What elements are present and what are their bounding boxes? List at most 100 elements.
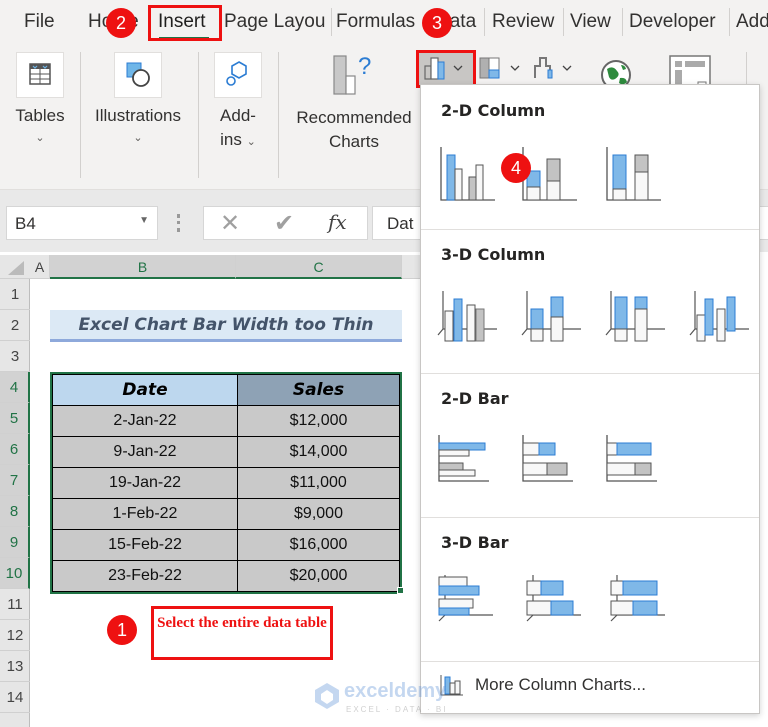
tab-developer[interactable]: Developer xyxy=(629,11,716,33)
tab-review[interactable]: Review xyxy=(492,11,554,33)
section-heading-3d-column: 3-D Column xyxy=(441,245,546,264)
shapes-icon xyxy=(114,52,162,98)
row-header[interactable]: 7 xyxy=(0,465,30,496)
sheet-title-cell[interactable]: Excel Chart Bar Width too Thin xyxy=(50,310,402,342)
table-icon xyxy=(16,52,64,98)
table-header-row: Date Sales xyxy=(52,374,400,406)
3d-column-option[interactable] xyxy=(687,281,751,345)
column-header-a[interactable]: A xyxy=(30,255,50,279)
instruction-note: Select the entire data table xyxy=(151,606,333,660)
tab-separator xyxy=(729,8,730,36)
date-cell[interactable]: 1-Feb-22 xyxy=(52,498,238,530)
date-cell[interactable]: 23-Feb-22 xyxy=(52,560,238,592)
tab-formulas[interactable]: Formulas xyxy=(336,11,415,33)
row-header[interactable]: 14 xyxy=(0,682,30,713)
watermark-brand: exceldemy xyxy=(344,680,447,702)
row-header[interactable]: 8 xyxy=(0,496,30,527)
cancel-icon[interactable]: ✕ xyxy=(220,209,240,238)
row-header[interactable]: 10 xyxy=(0,558,30,589)
row-header[interactable]: 11 xyxy=(0,589,30,620)
chevron-down-icon: ⌄ xyxy=(246,136,256,148)
section-divider xyxy=(421,373,759,374)
tab-separator xyxy=(622,8,623,36)
table-row: 1-Feb-22 $9,000 xyxy=(52,498,400,530)
section-heading-3d-bar: 3-D Bar xyxy=(441,533,509,552)
table-row: 23-Feb-22 $20,000 xyxy=(52,560,400,592)
header-date[interactable]: Date xyxy=(52,374,238,406)
addins-label-line2: ins ⌄ xyxy=(208,128,268,154)
column-header-c[interactable]: C xyxy=(236,255,402,279)
step-badge-2: 2 xyxy=(106,8,136,38)
table-row: 2-Jan-22 $12,000 xyxy=(52,405,400,437)
waterfall-chart-icon xyxy=(534,57,572,79)
section-heading-2d-column: 2-D Column xyxy=(441,101,546,120)
header-sales[interactable]: Sales xyxy=(237,374,400,406)
sales-cell[interactable]: $16,000 xyxy=(237,529,400,561)
group-separator xyxy=(278,52,279,178)
row-header[interactable]: 6 xyxy=(0,434,30,465)
sales-cell[interactable]: $14,000 xyxy=(237,436,400,468)
step-badge-3: 3 xyxy=(422,8,452,38)
row-header[interactable]: 4 xyxy=(0,372,30,403)
exceldemy-logo-icon xyxy=(315,683,339,709)
row-header[interactable]: 12 xyxy=(0,620,30,651)
column-header-b[interactable]: B xyxy=(50,255,236,279)
more-column-charts-link[interactable]: More Column Charts... xyxy=(437,671,757,701)
enter-check-icon[interactable]: ✔ xyxy=(274,209,294,238)
row-header[interactable]: 2 xyxy=(0,310,30,341)
date-cell[interactable]: 2-Jan-22 xyxy=(52,405,238,437)
tab-view[interactable]: View xyxy=(570,11,611,33)
group-separator xyxy=(198,52,199,178)
sales-cell[interactable]: $12,000 xyxy=(237,405,400,437)
row-headers: 1 2 3 4 5 6 7 8 9 10 11 12 13 14 xyxy=(0,279,30,727)
tab-addins[interactable]: Add xyxy=(736,11,768,33)
addins-label-text: ins xyxy=(220,130,242,149)
sales-cell[interactable]: $11,000 xyxy=(237,467,400,499)
insert-function-icon[interactable]: fx xyxy=(328,210,347,234)
tables-label: Tables xyxy=(15,106,65,125)
tab-file[interactable]: File xyxy=(24,11,55,33)
clustered-bar-option[interactable] xyxy=(435,425,499,489)
date-cell[interactable]: 19-Jan-22 xyxy=(52,467,238,499)
clustered-column-option[interactable] xyxy=(433,137,497,201)
row-header[interactable]: 5 xyxy=(0,403,30,434)
column-chart-highlight xyxy=(416,50,476,88)
fill-handle[interactable] xyxy=(397,587,404,594)
sales-cell[interactable]: $9,000 xyxy=(237,498,400,530)
3d-clustered-bar-option[interactable] xyxy=(435,569,499,633)
more-column-charts-label: More Column Charts... xyxy=(475,675,646,694)
tab-page-layout[interactable]: Page Layou xyxy=(224,11,325,33)
date-cell[interactable]: 15-Feb-22 xyxy=(52,529,238,561)
date-cell[interactable]: 9-Jan-22 xyxy=(52,436,238,468)
select-all-button[interactable] xyxy=(8,261,24,275)
resize-handle[interactable] xyxy=(177,214,181,232)
row-header[interactable]: 13 xyxy=(0,651,30,682)
100-stacked-bar-option[interactable] xyxy=(603,425,667,489)
insert-waterfall-chart-button[interactable] xyxy=(530,52,578,86)
insert-hierarchy-chart-button[interactable] xyxy=(478,52,526,86)
data-table: Date Sales 2-Jan-22 $12,000 9-Jan-22 $14,0… xyxy=(50,372,402,594)
tab-separator xyxy=(484,8,485,36)
row-header[interactable]: 9 xyxy=(0,527,30,558)
row-header[interactable]: 1 xyxy=(0,279,30,310)
row-header[interactable]: 3 xyxy=(0,341,30,372)
table-row: 15-Feb-22 $16,000 xyxy=(52,529,400,561)
chevron-down-icon: ⌄ xyxy=(133,132,143,144)
3d-100-stacked-column-option[interactable] xyxy=(603,281,667,345)
chevron-down-icon: ⌄ xyxy=(35,132,45,144)
3d-clustered-column-option[interactable] xyxy=(435,281,499,345)
watermark-tagline: EXCEL · DATA · BI xyxy=(346,705,448,714)
tab-separator xyxy=(331,8,332,36)
hierarchy-chart-icon xyxy=(479,57,520,79)
svg-text:?: ? xyxy=(358,53,371,80)
3d-stacked-bar-option[interactable] xyxy=(519,569,583,633)
100-stacked-column-option[interactable] xyxy=(599,137,663,201)
name-box[interactable]: B4 ▼ xyxy=(6,206,158,240)
stacked-bar-option[interactable] xyxy=(519,425,583,489)
3d-100-stacked-bar-option[interactable] xyxy=(603,569,667,633)
caret-down-icon[interactable]: ▼ xyxy=(139,215,149,226)
sales-cell[interactable]: $20,000 xyxy=(237,560,400,592)
3d-stacked-column-option[interactable] xyxy=(519,281,583,345)
illustrations-label: Illustrations xyxy=(95,106,181,125)
insert-tab-highlight xyxy=(148,5,222,41)
